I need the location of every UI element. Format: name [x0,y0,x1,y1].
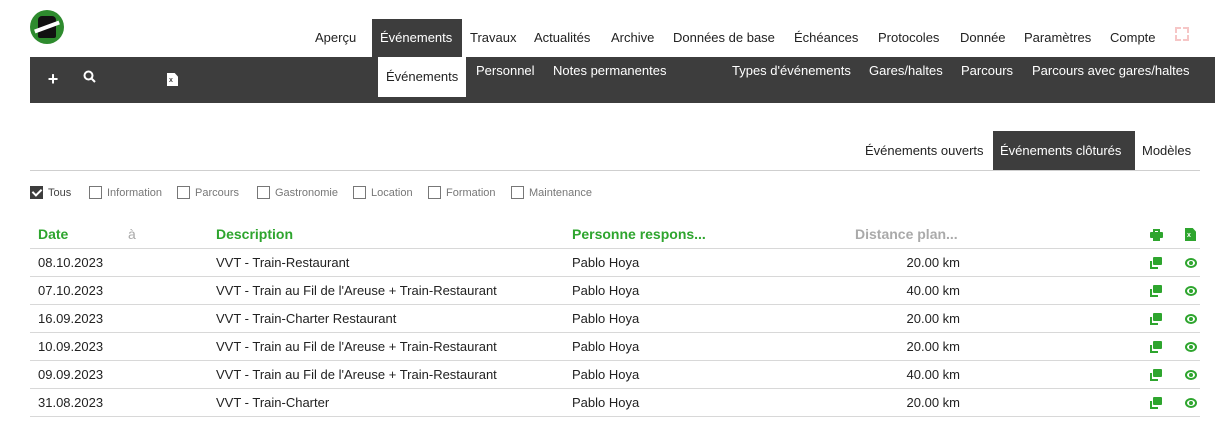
view-icon[interactable] [1185,258,1197,268]
nav-protocoles[interactable]: Protocoles [870,19,947,57]
tab-evenements-clotures[interactable]: Événements clôturés [993,131,1135,171]
column-header-date[interactable]: Date [38,226,68,242]
filter-tous[interactable]: Tous [30,185,71,201]
tab-modeles[interactable]: Modèles [1135,131,1198,171]
view-icon[interactable] [1185,286,1197,296]
duplicate-icon[interactable] [1150,257,1162,269]
checkbox-icon[interactable] [428,186,441,199]
checkbox-icon[interactable] [30,186,43,199]
filter-label: Gastronomie [275,187,338,199]
duplicate-icon[interactable] [1150,397,1162,409]
column-header-to[interactable]: à [128,226,136,242]
fullscreen-icon[interactable] [1175,27,1189,41]
table-row[interactable]: 16.09.2023 VVT - Train-Charter Restauran… [30,304,1200,332]
view-icon[interactable] [1185,314,1197,324]
print-icon[interactable] [1150,229,1163,241]
export-file-icon[interactable]: x [167,73,178,86]
filter-label: Parcours [195,187,240,199]
nav-echeances[interactable]: Échéances [786,19,866,57]
checkbox-icon[interactable] [511,186,524,199]
nav-parametres[interactable]: Paramètres [1016,19,1099,57]
subtab-personnel[interactable]: Personnel [468,57,543,103]
column-header-person[interactable]: Personne respons... [572,226,706,242]
cell-date: 10.09.2023 [38,339,104,354]
cell-person: Pablo Hoya [572,395,640,410]
cell-distance: 40.00 km [906,283,960,298]
nav-apercu[interactable]: Aperçu [307,19,364,57]
cell-description: VVT - Train-Charter [216,395,330,410]
cell-description: VVT - Train-Restaurant [216,255,350,270]
app-logo[interactable] [30,10,64,44]
cell-date: 31.08.2023 [38,395,104,410]
add-icon[interactable]: + [44,69,62,90]
table-row[interactable]: 08.10.2023 VVT - Train-Restaurant Pablo … [30,248,1200,276]
checkbox-icon[interactable] [177,186,190,199]
filter-parcours[interactable]: Parcours [177,185,239,201]
checkbox-icon[interactable] [257,186,270,199]
cell-distance: 20.00 km [906,255,960,270]
nav-evenements[interactable]: Événements [372,19,462,57]
table-row-partial [30,416,1200,427]
sub-navigation-bar: + x Événements Personnel Notes permanent… [30,57,1215,103]
subtab-evenements[interactable]: Événements [378,57,467,97]
checkbox-icon[interactable] [89,186,102,199]
cell-person: Pablo Hoya [572,367,640,382]
nav-donnees-de-base[interactable]: Données de base [665,19,783,57]
filter-label: Information [107,187,163,199]
cell-distance: 40.00 km [906,367,960,382]
checkbox-icon[interactable] [353,186,366,199]
tab-evenements-ouverts[interactable]: Événements ouverts [858,131,991,171]
export-excel-icon[interactable]: x [1185,228,1196,241]
nav-travaux[interactable]: Travaux [462,19,524,57]
nav-donnee[interactable]: Donnée [952,19,1014,57]
view-icon[interactable] [1185,398,1197,408]
subtab-gares-haltes[interactable]: Gares/haltes [861,57,951,103]
nav-archive[interactable]: Archive [603,19,662,57]
cell-person: Pablo Hoya [572,283,640,298]
subtab-notes-permanentes[interactable]: Notes permanentes [545,57,674,103]
table-row[interactable]: 10.09.2023 VVT - Train au Fil de l'Areus… [30,332,1200,360]
table-row[interactable]: 09.09.2023 VVT - Train au Fil de l'Areus… [30,360,1200,388]
table-row[interactable]: 07.10.2023 VVT - Train au Fil de l'Areus… [30,276,1200,304]
filter-label: Maintenance [529,187,592,199]
cell-person: Pablo Hoya [572,311,640,326]
filter-maintenance[interactable]: Maintenance [511,185,592,201]
column-header-distance[interactable]: Distance plan... [855,226,958,242]
duplicate-icon[interactable] [1150,369,1162,381]
filter-formation[interactable]: Formation [428,185,496,201]
cell-description: VVT - Train au Fil de l'Areuse + Train-R… [216,367,497,382]
filter-gastronomie[interactable]: Gastronomie [257,185,338,201]
nav-actualites[interactable]: Actualités [526,19,598,57]
filter-information[interactable]: Information [89,185,162,201]
nav-compte[interactable]: Compte [1102,19,1164,57]
cell-date: 09.09.2023 [38,367,104,382]
cell-person: Pablo Hoya [572,339,640,354]
view-icon[interactable] [1185,342,1197,352]
search-icon[interactable] [80,70,98,87]
filter-label: Location [371,187,413,199]
cell-person: Pablo Hoya [572,255,640,270]
subtab-parcours[interactable]: Parcours [953,57,1021,103]
subtab-parcours-gares[interactable]: Parcours avec gares/haltes [1024,57,1198,103]
cell-distance: 20.00 km [906,339,960,354]
cell-date: 16.09.2023 [38,311,104,326]
cell-description: VVT - Train au Fil de l'Areuse + Train-R… [216,339,497,354]
filter-label: Tous [48,187,72,199]
cell-date: 08.10.2023 [38,255,104,270]
view-icon[interactable] [1185,370,1197,380]
duplicate-icon[interactable] [1150,341,1162,353]
cell-date: 07.10.2023 [38,283,104,298]
cell-distance: 20.00 km [906,311,960,326]
filter-label: Formation [446,187,496,199]
duplicate-icon[interactable] [1150,313,1162,325]
cell-distance: 20.00 km [906,395,960,410]
duplicate-icon[interactable] [1150,285,1162,297]
column-header-description[interactable]: Description [216,226,293,242]
filter-location[interactable]: Location [353,185,413,201]
divider [30,170,1200,171]
subtab-types-evenements[interactable]: Types d'événements [724,57,859,103]
cell-description: VVT - Train-Charter Restaurant [216,311,397,326]
cell-description: VVT - Train au Fil de l'Areuse + Train-R… [216,283,497,298]
table-row[interactable]: 31.08.2023 VVT - Train-Charter Pablo Hoy… [30,388,1200,416]
